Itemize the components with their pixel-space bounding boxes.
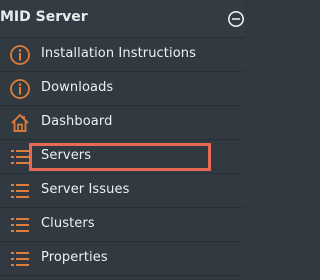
home-icon [9, 112, 31, 134]
nav-item-installation-instructions[interactable]: Installation Instructions [0, 38, 244, 72]
nav-item-label: Clusters [41, 216, 95, 231]
list-icon [9, 146, 31, 168]
module-list: Installation Instructions Downloads Dash… [0, 38, 244, 280]
nav-item-label: Dashboard [41, 114, 113, 129]
info-circle-icon [9, 44, 31, 66]
nav-item-label: Installation Instructions [41, 46, 196, 61]
nav-item-label: Servers [41, 148, 92, 163]
nav-item-clusters[interactable]: Clusters [0, 208, 244, 242]
nav-item-downloads[interactable]: Downloads [0, 72, 244, 106]
nav-item-label: Properties [41, 250, 108, 265]
nav-item-properties[interactable]: Properties [0, 242, 244, 276]
nav-item-server-issues[interactable]: Server Issues [0, 174, 244, 208]
list-icon [9, 180, 31, 202]
nav-item-label: Downloads [41, 80, 114, 95]
nav-item-label: Server Issues [41, 182, 130, 197]
minus-circle-icon[interactable] [227, 10, 244, 28]
mid-server-panel: MID Server Installation Instructions Dow… [0, 0, 244, 280]
info-circle-icon [9, 78, 31, 100]
section-header[interactable]: MID Server [0, 0, 244, 38]
list-icon [9, 214, 31, 236]
nav-item-dashboard[interactable]: Dashboard [0, 106, 244, 140]
list-icon [9, 248, 31, 270]
nav-item-servers[interactable]: Servers [0, 140, 244, 174]
section-title: MID Server [0, 9, 88, 25]
